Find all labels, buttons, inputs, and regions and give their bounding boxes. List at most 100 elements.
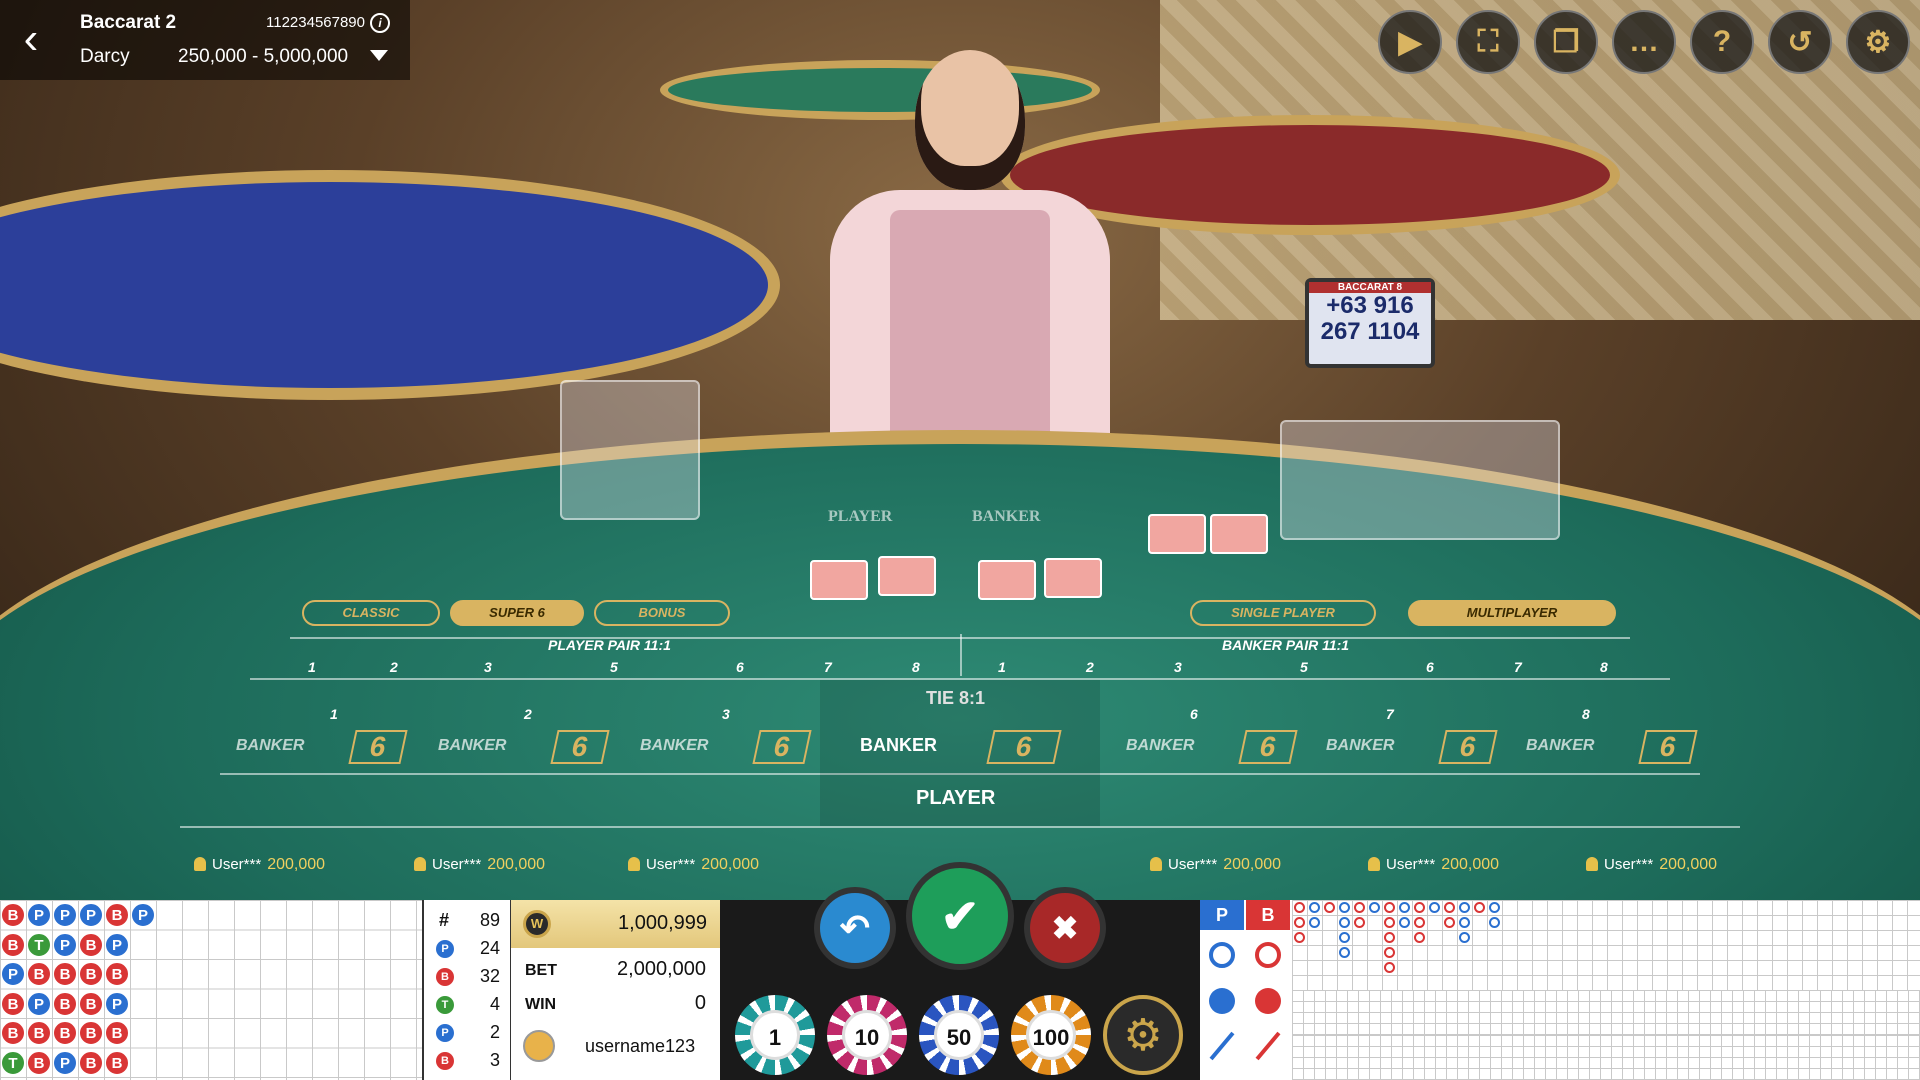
close-icon: ✖: [1051, 910, 1079, 946]
wallet-panel: W 1,000,999 BET 2,000,000 WIN 0 username…: [510, 900, 721, 1080]
chip-10[interactable]: 10: [827, 995, 907, 1075]
discard-shoe: [560, 380, 700, 520]
seat-user: User***: [1604, 856, 1654, 873]
avatar: [523, 1030, 555, 1062]
big-road-item: [1354, 917, 1365, 928]
bet-limit[interactable]: 250,000 - 5,000,000: [178, 46, 348, 68]
big-road-item: [1444, 902, 1455, 913]
big-road-item: [1444, 917, 1455, 928]
balance-bar: W 1,000,999: [511, 900, 721, 948]
chip-1[interactable]: 1: [735, 995, 815, 1075]
bead-road: BPPPBPBTPBPPBBBBBPBBPBBBBBTBPBB: [0, 900, 422, 1080]
chat-button[interactable]: …: [1612, 10, 1676, 74]
player-pair-label[interactable]: PLAYER PAIR 11:1: [548, 637, 671, 653]
bet-label: BET: [525, 962, 557, 979]
mode-bonus-button[interactable]: BONUS: [594, 600, 730, 626]
big-road-item: [1384, 947, 1395, 958]
pair-num: 7: [1514, 659, 1522, 675]
chip-settings-button[interactable]: ⚙: [1103, 995, 1183, 1075]
zone-num: 8: [1582, 706, 1590, 722]
big-road-item: [1339, 902, 1350, 913]
banker-pair-label[interactable]: BANKER PAIR 11:1: [1222, 637, 1349, 653]
burn-card-2: [1210, 514, 1268, 554]
dealer-sign: BACCARAT 8 +63 916 267 1104: [1305, 278, 1435, 368]
seat-user: User***: [1386, 856, 1436, 873]
seat-banker-label: BANKER: [236, 737, 305, 754]
cancel-button[interactable]: ✖: [1030, 893, 1100, 963]
multi-window-button[interactable]: ❐: [1534, 10, 1598, 74]
big-road: [1292, 900, 1920, 990]
check-icon: ✔: [940, 890, 980, 942]
banker-card-2: [1044, 558, 1102, 598]
banker-ring-icon: [1255, 942, 1281, 968]
big-road-item: [1294, 917, 1305, 928]
mode-super6-button[interactable]: SUPER 6: [450, 600, 584, 626]
bead-road-item: T: [1, 1050, 25, 1075]
pair-num: 8: [912, 659, 920, 675]
seat-info-3: User*** 200,000: [628, 856, 759, 874]
bead-road-item: B: [27, 1021, 51, 1045]
win-label: WIN: [525, 996, 557, 1013]
main-player-zone[interactable]: PLAYER: [916, 787, 995, 810]
bead-road-item: B: [79, 962, 103, 986]
confirm-button[interactable]: ✔: [912, 868, 1008, 964]
bead-road-item: P: [79, 903, 103, 927]
chat-icon: …: [1629, 25, 1659, 58]
seat-banker-label: BANKER: [1526, 737, 1595, 754]
seat-banker-six: 6: [1238, 730, 1298, 764]
bead-road-item: B: [1, 991, 25, 1016]
zone-num: 2: [524, 706, 532, 722]
main-banker-six: 6: [986, 730, 1062, 764]
video-button[interactable]: ▶: [1378, 10, 1442, 74]
big-road-item: [1414, 902, 1425, 913]
stat-total: #89: [436, 908, 508, 934]
tie-dot-icon: T: [436, 996, 454, 1014]
bead-road-item: B: [105, 962, 129, 986]
seat-amount: 200,000: [487, 856, 546, 873]
stat-player-value: 24: [479, 938, 500, 958]
dealer-name: Darcy: [80, 46, 130, 67]
banker-card-1: [978, 560, 1036, 600]
chip-50-label: 50: [934, 1010, 984, 1060]
stat-tie-value: 4: [489, 994, 500, 1014]
multiplayer-button[interactable]: MULTIPLAYER: [1408, 600, 1616, 626]
hash-label: #: [439, 910, 450, 930]
help-button[interactable]: ?: [1690, 10, 1754, 74]
big-road-item: [1324, 902, 1335, 913]
back-button[interactable]: ‹: [12, 14, 50, 64]
bead-road-item: P: [53, 1050, 77, 1075]
stat-tie: T4: [436, 992, 508, 1018]
seat-banker-six: 6: [550, 730, 610, 764]
user-icon: [1368, 857, 1380, 871]
bead-road-item: B: [53, 962, 77, 986]
fullscreen-button[interactable]: ⛶: [1456, 10, 1520, 74]
seat-user: User***: [646, 856, 696, 873]
chip-50[interactable]: 50: [919, 995, 999, 1075]
seat-user: User***: [212, 856, 262, 873]
chip-100[interactable]: 100: [1011, 995, 1091, 1075]
settings-button[interactable]: ⚙: [1846, 10, 1910, 74]
stat-banker: B 32: [436, 964, 508, 990]
seat-info-7: User*** 200,000: [1368, 856, 1499, 874]
user-icon: [194, 857, 206, 871]
mode-classic-button[interactable]: CLASSIC: [302, 600, 440, 626]
bead-road-item: P: [53, 903, 77, 927]
banker-slash-icon: [1255, 1031, 1281, 1061]
card-area-player-label: PLAYER: [828, 508, 893, 525]
banker-dot-icon: [1255, 988, 1281, 1014]
single-player-button[interactable]: SINGLE PLAYER: [1190, 600, 1376, 626]
chevron-down-icon[interactable]: [370, 50, 388, 61]
chip-100-label: 100: [1026, 1010, 1076, 1060]
big-road-item: [1489, 902, 1500, 913]
info-icon[interactable]: i: [370, 13, 390, 33]
chevron-left-icon: ‹: [23, 14, 39, 63]
seat-amount: 200,000: [1659, 856, 1718, 873]
big-road-item: [1369, 902, 1380, 913]
seat-info-1: User*** 200,000: [194, 856, 325, 874]
seat-banker-six: 6: [1638, 730, 1698, 764]
history-button[interactable]: ↺: [1768, 10, 1832, 74]
big-road-item: [1414, 917, 1425, 928]
zone-num: 7: [1386, 706, 1394, 722]
undo-button[interactable]: ↶: [820, 893, 890, 963]
seat-amount: 200,000: [1441, 856, 1500, 873]
